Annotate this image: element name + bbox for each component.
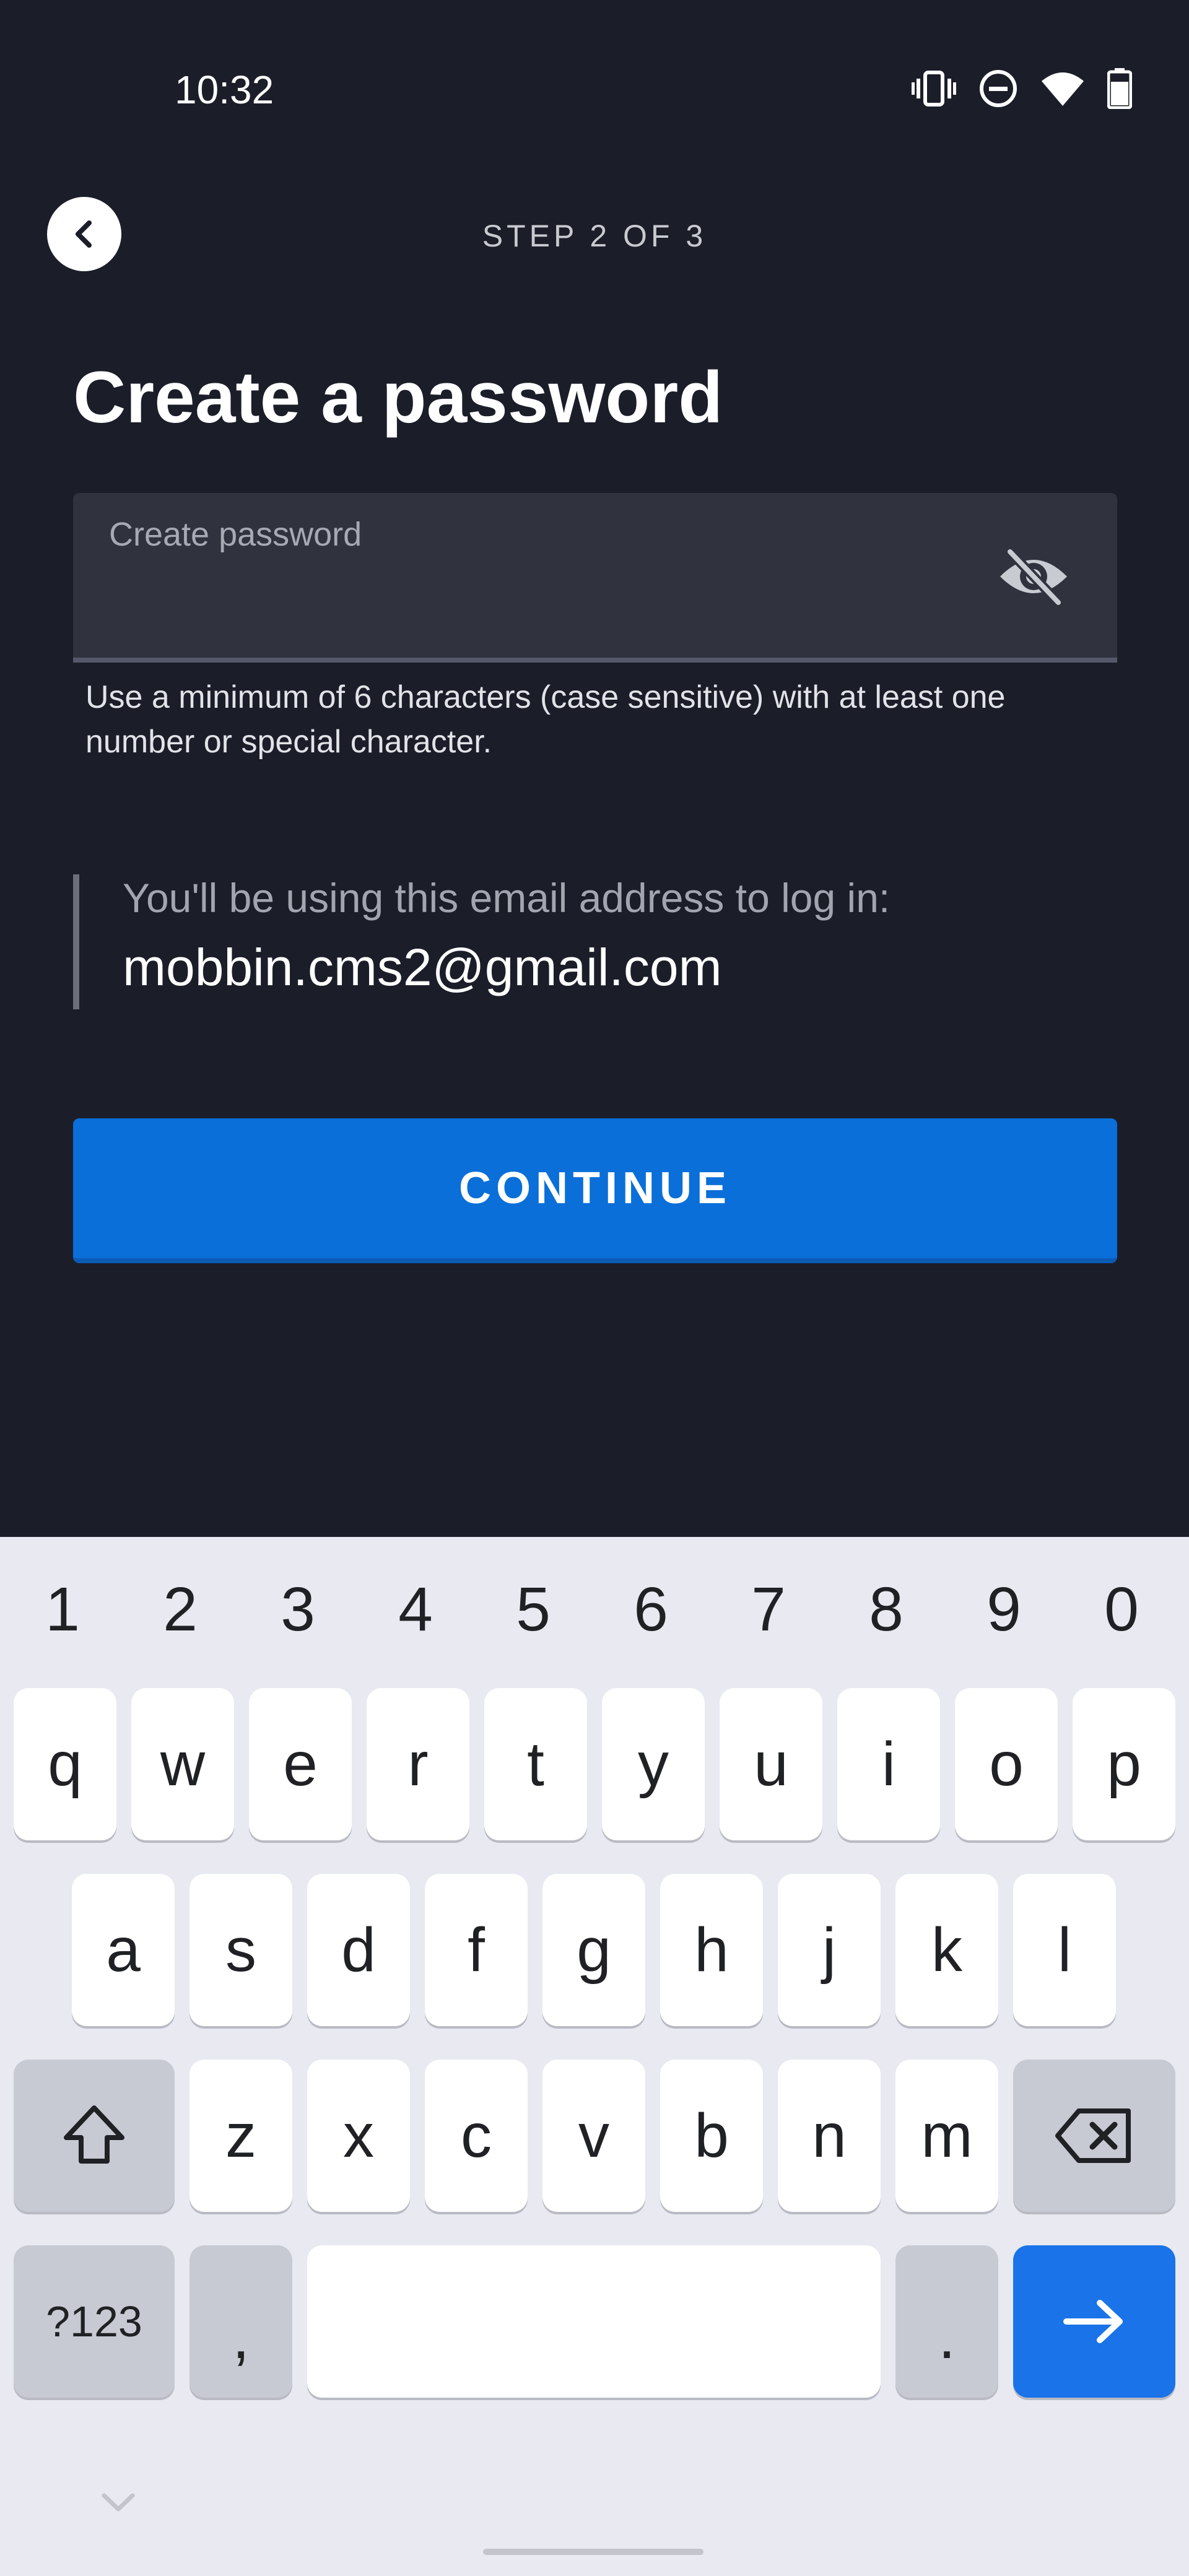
shift-icon [64, 2105, 124, 2164]
navigation-handle[interactable] [483, 2549, 703, 2555]
shift-key[interactable] [14, 2060, 175, 2212]
key-5[interactable]: 5 [474, 1574, 592, 1645]
wifi-icon [1042, 72, 1084, 106]
key-u[interactable]: u [720, 1688, 822, 1840]
key-k[interactable]: k [895, 1874, 998, 2026]
enter-key[interactable] [1013, 2245, 1175, 2398]
do-not-disturb-icon [980, 70, 1017, 107]
key-2[interactable]: 2 [121, 1574, 239, 1645]
key-period[interactable]: . [895, 2245, 998, 2398]
backspace-icon [1055, 2108, 1131, 2163]
key-a[interactable]: a [72, 1874, 175, 2026]
arrow-right-icon [1063, 2300, 1123, 2343]
key-y[interactable]: y [602, 1688, 705, 1840]
key-9[interactable]: 9 [945, 1574, 1063, 1645]
key-r[interactable]: r [367, 1688, 469, 1840]
key-1[interactable]: 1 [4, 1574, 121, 1645]
key-0[interactable]: 0 [1063, 1574, 1180, 1645]
key-w[interactable]: w [131, 1688, 234, 1840]
key-e[interactable]: e [249, 1688, 352, 1840]
key-8[interactable]: 8 [827, 1574, 945, 1645]
key-n[interactable]: n [778, 2060, 881, 2212]
email-address: mobbin.cms2@gmail.com [123, 938, 722, 996]
key-z[interactable]: z [189, 2060, 292, 2212]
key-g[interactable]: g [542, 1874, 645, 2026]
key-d[interactable]: d [307, 1874, 410, 2026]
key-v[interactable]: v [542, 2060, 645, 2212]
key-s[interactable]: s [189, 1874, 292, 2026]
key-p[interactable]: p [1073, 1688, 1175, 1840]
key-i[interactable]: i [837, 1688, 940, 1840]
key-b[interactable]: b [660, 2060, 763, 2212]
battery-icon [1107, 68, 1132, 109]
key-t[interactable]: t [484, 1688, 587, 1840]
step-indicator: STEP 2 OF 3 [482, 219, 707, 253]
status-time: 10:32 [175, 67, 274, 112]
key-f[interactable]: f [425, 1874, 528, 2026]
password-field-label: Create password [109, 516, 362, 553]
key-o[interactable]: o [955, 1688, 1058, 1840]
key-m[interactable]: m [895, 2060, 998, 2212]
vibrate-icon [912, 71, 956, 107]
symbols-key[interactable]: ?123 [14, 2245, 175, 2398]
email-info-intro: You'll be using this email address to lo… [123, 875, 891, 921]
chevron-down-icon[interactable] [99, 2489, 137, 2514]
password-input[interactable] [109, 567, 976, 629]
toggle-password-visibility-button[interactable] [993, 542, 1074, 611]
keyboard-number-row: 1 2 3 4 5 6 7 8 9 0 [0, 1574, 1189, 1648]
email-info-block: You'll be using this email address to lo… [73, 874, 890, 1009]
continue-button[interactable]: CONTINUE [73, 1118, 1117, 1263]
key-l[interactable]: l [1013, 1874, 1116, 2026]
password-field[interactable]: Create password [73, 493, 1117, 663]
eye-off-icon [1000, 547, 1067, 607]
key-3[interactable]: 3 [239, 1574, 357, 1645]
screen: 10:32 STEP 2 OF 3 Create a password Crea… [0, 0, 1189, 2576]
status-icons [912, 68, 1132, 109]
key-7[interactable]: 7 [710, 1574, 827, 1645]
key-x[interactable]: x [307, 2060, 410, 2212]
key-4[interactable]: 4 [357, 1574, 474, 1645]
space-key[interactable] [307, 2245, 881, 2398]
key-j[interactable]: j [778, 1874, 881, 2026]
key-comma[interactable]: , [189, 2245, 292, 2398]
key-q[interactable]: q [14, 1688, 116, 1840]
keyboard: 1 2 3 4 5 6 7 8 9 0 q w e r t y u i o p … [0, 1537, 1189, 2576]
key-6[interactable]: 6 [592, 1574, 710, 1645]
page-title: Create a password [73, 357, 723, 438]
key-h[interactable]: h [660, 1874, 763, 2026]
password-requirements-hint: Use a minimum of 6 characters (case sens… [85, 679, 1006, 760]
backspace-key[interactable] [1013, 2060, 1175, 2212]
key-c[interactable]: c [425, 2060, 528, 2212]
